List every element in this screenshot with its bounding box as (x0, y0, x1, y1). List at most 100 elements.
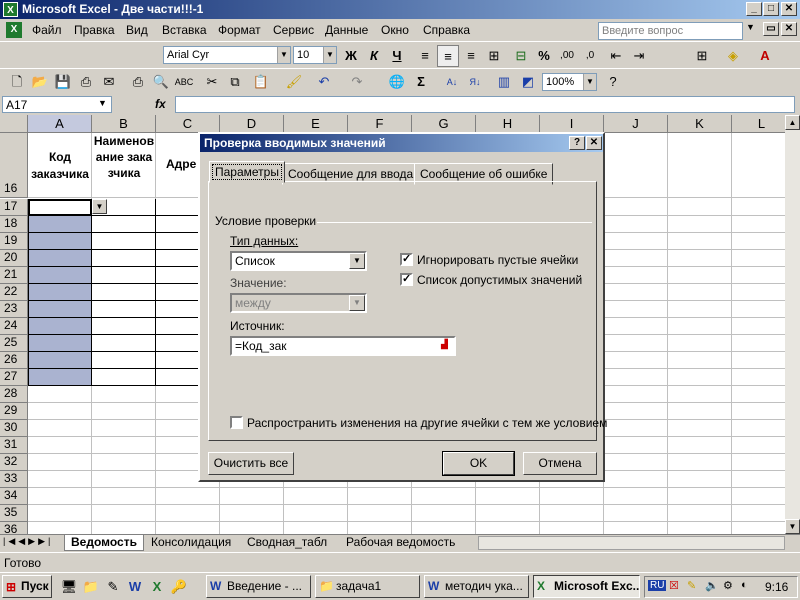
table-cell[interactable] (92, 267, 156, 284)
decrease-decimal-icon[interactable]: ,0 (579, 45, 601, 67)
column-header[interactable]: J (604, 115, 668, 133)
sheet-tab-pivot[interactable]: Сводная_табл (241, 535, 333, 551)
column-header[interactable]: F (348, 115, 412, 133)
italic-button[interactable]: К (363, 45, 385, 67)
task-intro[interactable]: W Введение - ... (206, 575, 311, 598)
row-header[interactable]: 16 (0, 133, 28, 198)
excel-quick-icon[interactable]: X (146, 576, 168, 598)
column-header[interactable]: K (668, 115, 732, 133)
align-left-icon[interactable]: ≡ (414, 45, 436, 67)
name-box-dropdown-icon[interactable]: ▼ (98, 98, 107, 108)
chart-wizard-icon[interactable]: ▥ (493, 71, 515, 93)
row-header[interactable]: 23 (0, 301, 28, 318)
tray-volume-icon[interactable]: ◐ (741, 579, 748, 591)
table-cell[interactable] (92, 284, 156, 301)
workbook-icon[interactable]: X (6, 22, 22, 38)
menu-view[interactable]: Вид (126, 23, 148, 37)
row-header[interactable]: 35 (0, 505, 28, 522)
data-type-select[interactable]: Список ▼ (230, 251, 367, 271)
row-header[interactable]: 20 (0, 250, 28, 267)
clear-all-button[interactable]: Очистить все (208, 452, 294, 475)
menu-help[interactable]: Справка (423, 23, 470, 37)
header-address[interactable]: Адре (166, 157, 196, 171)
name-box[interactable]: A17 (2, 96, 112, 113)
in-cell-dropdown-label[interactable]: Список допустимых значений (417, 273, 582, 287)
in-cell-dropdown-checkbox[interactable]: ✓ (400, 273, 413, 286)
row-header[interactable]: 32 (0, 454, 28, 471)
restore-workbook-button[interactable]: ▭ (763, 22, 779, 36)
row-header[interactable]: 26 (0, 352, 28, 369)
selected-cell[interactable] (28, 335, 92, 352)
active-cell[interactable] (28, 199, 92, 216)
cut-icon[interactable]: ✂ (201, 71, 223, 93)
language-indicator[interactable]: RU (648, 580, 667, 591)
email-icon[interactable]: ✉ (98, 71, 120, 93)
print-icon[interactable]: ⎙ (127, 71, 149, 93)
row-header[interactable]: 21 (0, 267, 28, 284)
menu-format[interactable]: Формат (218, 23, 261, 37)
column-header[interactable]: G (412, 115, 476, 133)
bold-button[interactable]: Ж (340, 45, 362, 67)
table-cell[interactable] (92, 335, 156, 352)
underline-button[interactable]: Ч (386, 45, 408, 67)
row-header[interactable]: 33 (0, 471, 28, 488)
table-cell[interactable] (92, 250, 156, 267)
borders-icon[interactable]: ⊞ (691, 45, 713, 67)
maximize-button[interactable]: □ (763, 2, 779, 16)
paste-icon[interactable]: 📋 (250, 71, 272, 93)
source-input[interactable]: =Код_зак ▟ (230, 336, 456, 356)
increase-decimal-icon[interactable]: ,00 (556, 45, 578, 67)
selected-cell[interactable] (28, 352, 92, 369)
explorer-icon[interactable]: 📁 (80, 576, 102, 598)
scroll-down-icon[interactable]: ▼ (785, 519, 800, 534)
formula-input[interactable] (175, 96, 795, 113)
selected-cell[interactable] (28, 369, 92, 386)
column-header[interactable]: C (156, 115, 220, 133)
merge-center-icon[interactable]: ⊞ (483, 45, 505, 67)
menu-window[interactable]: Окно (381, 23, 409, 37)
minimize-button[interactable]: _ (746, 2, 762, 16)
scroll-up-icon[interactable]: ▲ (785, 115, 800, 130)
column-header[interactable]: H (476, 115, 540, 133)
selected-cell[interactable] (28, 233, 92, 250)
selected-cell[interactable] (28, 250, 92, 267)
task-zadacha[interactable]: 📁 задача1 (315, 575, 420, 598)
increase-indent-icon[interactable]: ⇥ (628, 45, 650, 67)
table-cell[interactable] (92, 233, 156, 250)
dialog-close-button[interactable]: ✕ (586, 136, 602, 150)
row-header[interactable]: 27 (0, 369, 28, 386)
percent-button[interactable]: % (533, 45, 555, 67)
row-header[interactable]: 36 (0, 522, 28, 534)
autosum-button[interactable]: Σ (410, 71, 432, 93)
table-cell[interactable] (92, 318, 156, 335)
column-header[interactable]: I (540, 115, 604, 133)
currency-icon[interactable]: ⊟ (510, 45, 532, 67)
menu-file[interactable]: Файл (32, 23, 62, 37)
selected-cell[interactable] (28, 318, 92, 335)
sheet-tab-consolidation[interactable]: Консолидация (145, 535, 237, 551)
row-header[interactable]: 31 (0, 437, 28, 454)
align-center-icon[interactable]: ≡ (437, 45, 459, 67)
word-icon[interactable]: W (124, 576, 146, 598)
horizontal-scrollbar[interactable] (478, 536, 785, 550)
font-select[interactable]: Arial Cyr ▼ (163, 46, 291, 64)
permission-icon[interactable]: ⎙ (75, 71, 97, 93)
drawing-icon[interactable]: ◩ (517, 71, 539, 93)
tray-network-icon[interactable]: ⚙ (723, 579, 733, 592)
redo-icon[interactable]: ↷ (346, 71, 368, 93)
row-header[interactable]: 24 (0, 318, 28, 335)
apply-all-label[interactable]: Распространить изменения на другие ячейк… (247, 416, 607, 430)
row-header[interactable]: 22 (0, 284, 28, 301)
hyperlink-icon[interactable]: 🌐 (386, 71, 408, 93)
column-header[interactable]: B (92, 115, 156, 133)
font-color-icon[interactable]: A (754, 45, 776, 67)
menu-data[interactable]: Данные (325, 23, 368, 37)
table-cell[interactable] (92, 352, 156, 369)
table-cell[interactable] (92, 216, 156, 233)
vertical-scrollbar[interactable]: ▲ ▼ (785, 115, 800, 534)
column-header[interactable]: D (220, 115, 284, 133)
selected-cell[interactable] (28, 216, 92, 233)
sheet-tab-work[interactable]: Рабочая ведомость (340, 535, 461, 551)
font-size-select[interactable]: 10 ▼ (293, 46, 337, 64)
start-button[interactable]: ⊞ Пуск (2, 575, 52, 598)
